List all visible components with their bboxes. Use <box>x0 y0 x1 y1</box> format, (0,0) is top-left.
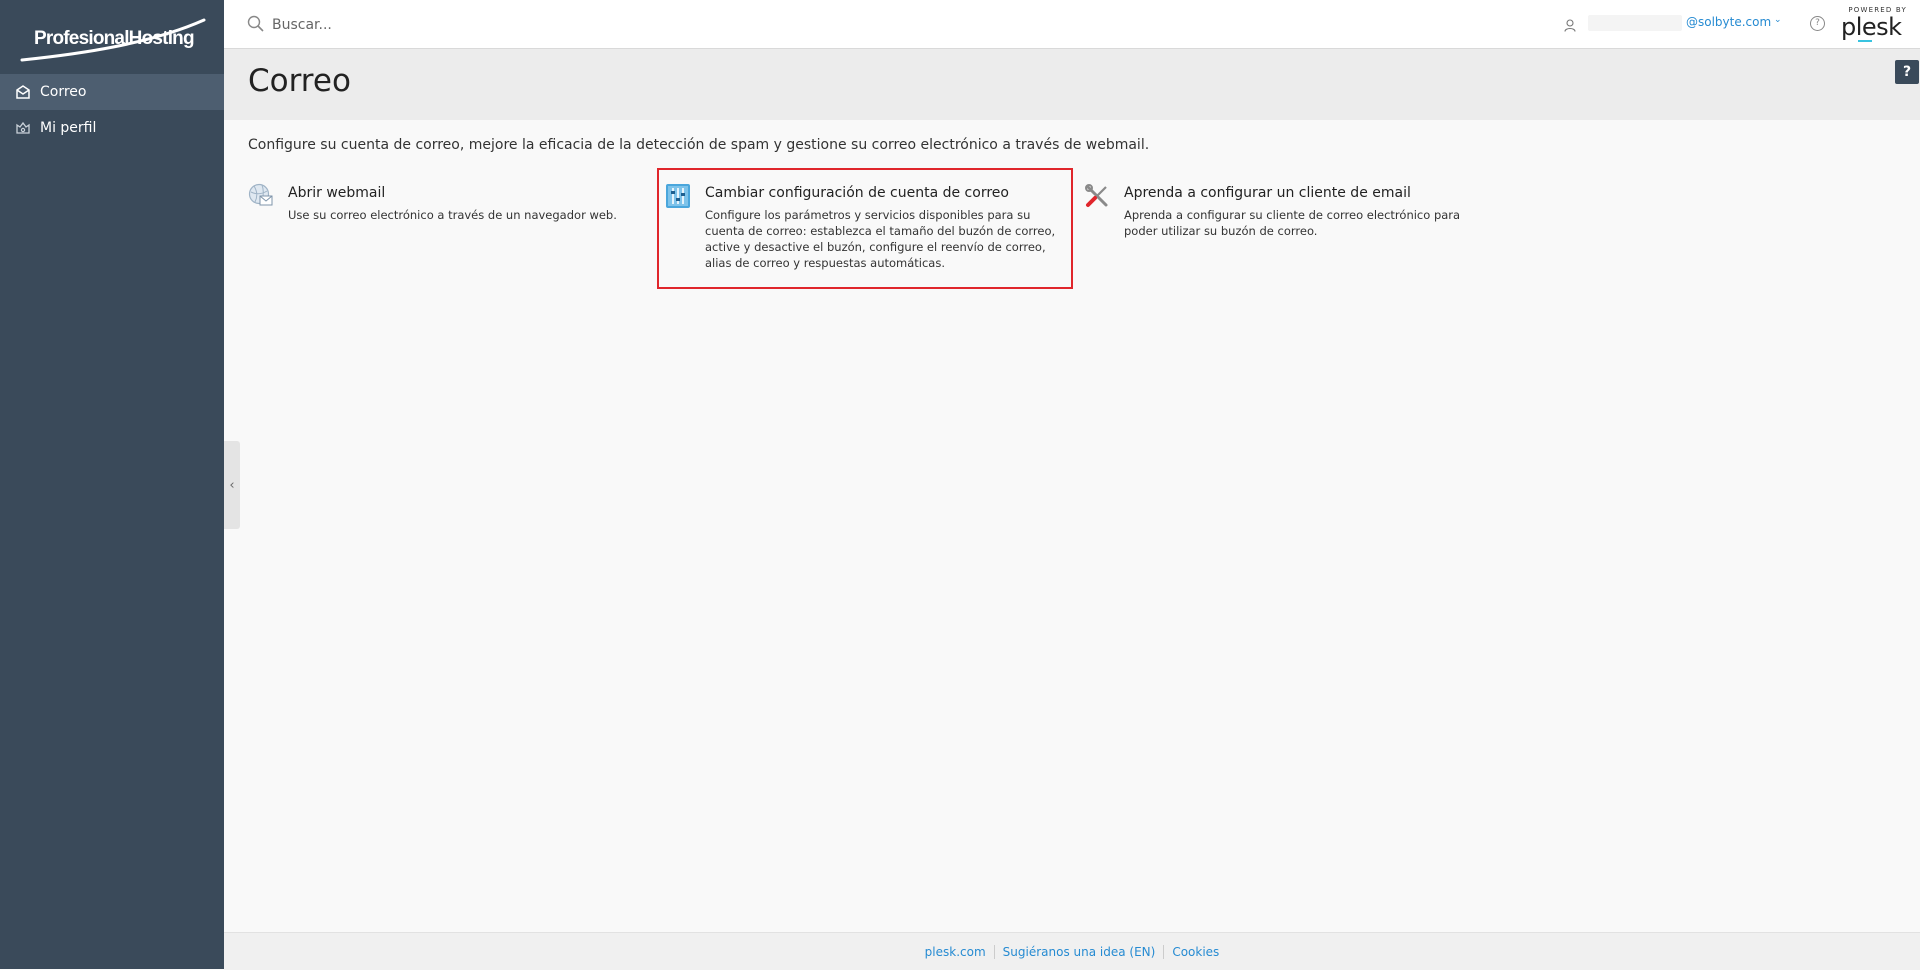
plesk-wordmark: plesk <box>1841 13 1902 41</box>
user-menu[interactable]: @solbyte.com <box>1686 15 1771 29</box>
tool-title: Aprenda a configurar un cliente de email <box>1124 185 1411 201</box>
sidebar-item-correo[interactable]: Correo <box>0 74 224 110</box>
logo-text: ProfesionalHosting <box>34 28 195 49</box>
sidebar-item-mi-perfil[interactable]: Mi perfil <box>0 110 224 146</box>
profile-icon <box>15 120 31 136</box>
top-bar: @solbyte.com ⌄ ? POWERED BY plesk <box>224 0 1920 49</box>
settings-sliders-icon <box>665 183 691 209</box>
tool-open-webmail[interactable]: Abrir webmail Use su correo electrónico … <box>248 170 648 250</box>
search-input[interactable] <box>270 12 674 38</box>
footer: plesk.com Sugiéranos una idea (EN) Cooki… <box>224 932 1920 970</box>
sidebar-item-label: Correo <box>40 84 87 100</box>
sidebar-collapse-button[interactable]: ‹ <box>224 441 240 529</box>
footer-link-cookies[interactable]: Cookies <box>1164 945 1227 959</box>
tool-description: Aprenda a configurar su cliente de corre… <box>1124 208 1461 238</box>
tool-title: Cambiar configuración de cuenta de corre… <box>705 185 1009 201</box>
tool-change-mail-settings[interactable]: Cambiar configuración de cuenta de corre… <box>657 168 1073 289</box>
tool-configure-mail-client[interactable]: Aprenda a configurar un cliente de email… <box>1084 170 1464 250</box>
tool-description: Use su correo electrónico a través de un… <box>288 208 617 222</box>
chevron-down-icon[interactable]: ⌄ <box>1774 15 1782 25</box>
tools-icon <box>1084 183 1110 209</box>
tool-description: Configure los parámetros y servicios dis… <box>705 208 1056 270</box>
plesk-logo[interactable]: POWERED BY plesk <box>1839 6 1909 42</box>
help-icon[interactable]: ? <box>1810 16 1825 31</box>
redacted-username <box>1588 15 1682 31</box>
webmail-icon <box>248 183 274 209</box>
sidebar: ProfesionalHosting Correo Mi perfil <box>0 0 224 969</box>
user-icon <box>1564 17 1576 32</box>
plesk-accent <box>1858 40 1872 42</box>
brand-logo[interactable]: ProfesionalHosting <box>20 18 210 66</box>
sidebar-item-label: Mi perfil <box>40 120 97 136</box>
page-title: Correo <box>248 63 351 99</box>
envelope-icon <box>15 84 31 100</box>
chevron-left-icon: ‹ <box>229 477 235 493</box>
page-header: Correo <box>224 49 1920 120</box>
tool-title: Abrir webmail <box>288 185 386 201</box>
page-intro: Configure su cuenta de correo, mejore la… <box>248 137 1150 153</box>
page-help-button[interactable]: ? <box>1895 60 1919 84</box>
footer-link-plesk[interactable]: plesk.com <box>917 945 994 959</box>
footer-link-suggest-idea[interactable]: Sugiéranos una idea (EN) <box>995 945 1164 959</box>
search-icon <box>247 15 264 32</box>
